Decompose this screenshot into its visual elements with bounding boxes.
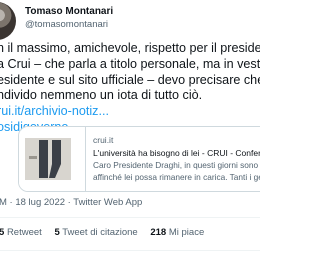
tweet-line: a Crui – che parla a titolo personale, m… (0, 56, 260, 71)
card-thumbnail (19, 127, 86, 191)
crui-logo-icon (25, 138, 71, 180)
tweet-source: Twitter Web App (73, 197, 143, 208)
tweet-link[interactable]: rui.it/archivio-notiz... (0, 104, 260, 120)
divider (0, 250, 260, 251)
retweets-label: Retweet (6, 227, 42, 238)
tweet-timestamp[interactable]: M · 18 lug 2022 (0, 197, 65, 208)
quotes-label: Tweet di citazione (62, 227, 138, 238)
likes-stat[interactable]: 218 Mi piace (150, 227, 204, 238)
quotes-stat[interactable]: 5 Tweet di citazione (54, 227, 137, 238)
tweet-detail: Tomaso Montanari @tomasomontanari n il m… (0, 0, 260, 260)
tweet-text: n il massimo, amichevole, rispetto per i… (0, 41, 260, 136)
likes-count: 218 (150, 227, 167, 238)
tweet-stats: 5 Retweet 5 Tweet di citazione 218 Mi pi… (0, 227, 214, 239)
avatar[interactable] (0, 2, 16, 40)
tweet-line: ndivido nemmeno un iota di tutto ciò. (0, 88, 203, 103)
author-name[interactable]: Tomaso Montanari (25, 6, 113, 18)
retweets-count: 5 (0, 227, 5, 238)
card-description-line: Caro Presidente Draghi, in questi giorni… (93, 160, 260, 170)
tweet-meta: M · 18 lug 2022 · Twitter Web App (0, 197, 142, 209)
card-title: L'università ha bisogno di lei - CRUI - … (93, 148, 260, 158)
divider (0, 217, 260, 218)
retweets-stat[interactable]: 5 Retweet (0, 227, 42, 238)
card-body: crui.it L'università ha bisogno di lei -… (93, 135, 260, 182)
card-domain: crui.it (93, 135, 114, 145)
card-description-line: affinché lei possa rimanere in carica. T… (93, 171, 260, 182)
likes-label: Mi piace (168, 227, 205, 238)
tweet-line: n il massimo, amichevole, rispetto per i… (0, 41, 260, 55)
link-preview-card[interactable]: crui.it L'università ha bisogno di lei -… (18, 126, 260, 192)
tweet-line: esidente e sul sito ufficiale – devo pre… (0, 72, 260, 87)
quotes-count: 5 (54, 227, 60, 238)
author-handle[interactable]: @tomasomontanari (25, 19, 108, 31)
